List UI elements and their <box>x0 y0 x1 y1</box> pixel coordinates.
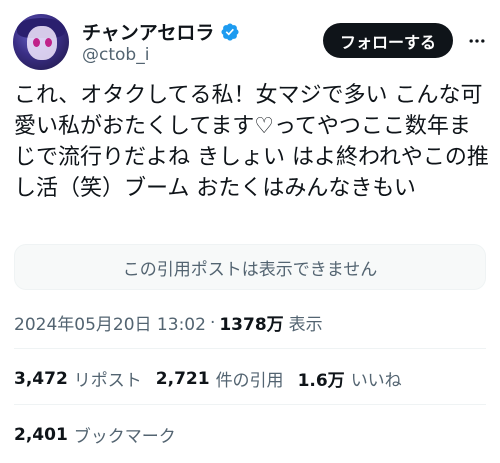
engagement-stats: 3,472 リポスト 2,721 件の引用 1.6万 いいね <box>14 366 416 392</box>
quotes-stat[interactable]: 2,721 件の引用 <box>155 366 284 392</box>
tweet-timestamp[interactable]: 2024年05月20日 13:02 <box>14 310 206 335</box>
bookmarks-label: ブックマーク <box>73 427 176 447</box>
bookmarks-stat-inner[interactable]: 2,401 ブックマーク <box>14 422 176 448</box>
meta-separator: · <box>209 312 216 333</box>
views-count: 1378万 <box>219 315 284 335</box>
more-icon[interactable] <box>466 30 488 52</box>
quotes-count: 2,721 <box>155 368 210 389</box>
author-handle[interactable]: @ctob_i <box>82 45 149 65</box>
likes-label: いいね <box>350 371 402 391</box>
quotes-label: 件の引用 <box>215 371 284 391</box>
avatar[interactable] <box>13 14 69 70</box>
more-dots-icon <box>469 39 485 43</box>
author-display-name[interactable]: チャンアセロラ <box>82 18 214 45</box>
bookmarks-count: 2,401 <box>14 424 68 445</box>
divider-middle <box>14 404 486 405</box>
avatar-eye-right <box>45 38 52 47</box>
avatar-face <box>27 26 57 60</box>
tweet-text: これ、オタクしてる私！女マジで多い こんな可愛い私がおたくしてます♡ってやつここ… <box>14 83 489 201</box>
reposts-label: リポスト <box>73 371 142 391</box>
divider-top <box>14 348 486 349</box>
tweet-meta: 2024年05月20日 13:02 · 1378万 表示 <box>14 310 323 336</box>
reposts-count: 3,472 <box>14 368 68 389</box>
quote-unavailable-text: この引用ポストは表示できません <box>122 259 378 280</box>
likes-stat[interactable]: 1.6万 いいね <box>298 366 402 391</box>
author-name-row[interactable]: チャンアセロラ <box>82 18 240 45</box>
tweet-header: チャンアセロラ @ctob_i フォローする <box>0 0 500 80</box>
follow-button[interactable]: フォローする <box>323 23 453 58</box>
avatar-eye-left <box>33 38 40 47</box>
views-label: 表示 <box>288 315 323 335</box>
reposts-stat[interactable]: 3,472 リポスト <box>14 366 142 392</box>
likes-count: 1.6万 <box>297 371 345 391</box>
verified-badge-icon <box>221 22 239 41</box>
bookmarks-stat[interactable]: 2,401 ブックマーク <box>14 422 190 448</box>
quote-unavailable-box: この引用ポストは表示できません <box>14 244 486 290</box>
